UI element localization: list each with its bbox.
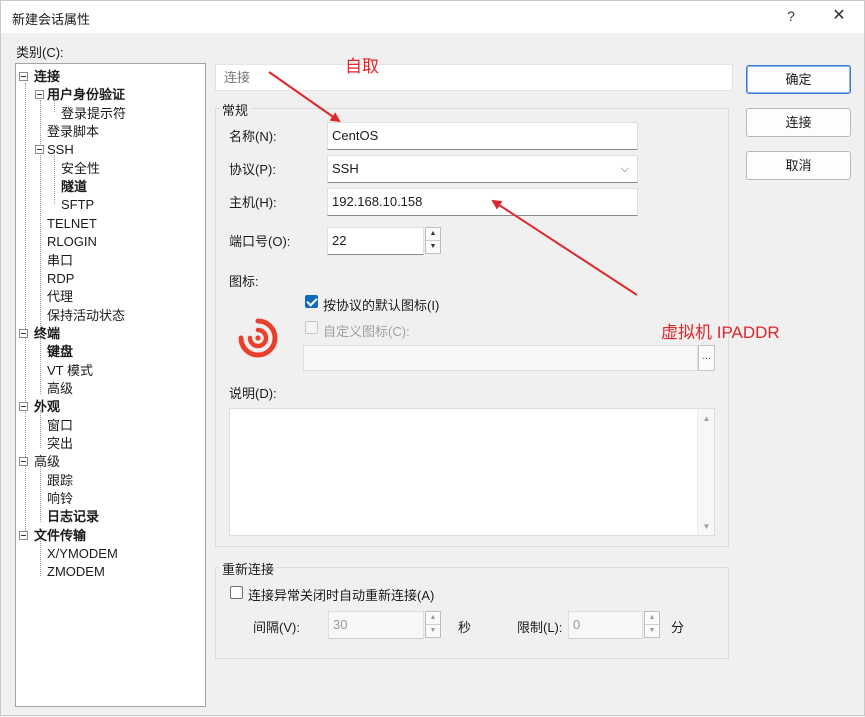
protocol-value: SSH (332, 161, 359, 176)
tree-item[interactable]: 终端 (34, 325, 60, 343)
tree-item[interactable]: RDP (47, 270, 74, 288)
custom-icon-checkbox[interactable] (305, 321, 318, 334)
interval-label: 间隔(V): (253, 620, 300, 635)
tree-item[interactable]: SSH (47, 141, 74, 159)
interval-unit: 秒 (458, 620, 472, 635)
tree-item[interactable]: 日志记录 (47, 508, 99, 526)
port-label: 端口号(O): (229, 234, 291, 249)
tree-line (54, 155, 55, 204)
tree-item[interactable]: X/YMODEM (47, 545, 118, 563)
scroll-up-icon[interactable]: ▲ (698, 414, 715, 423)
tree-item[interactable]: 安全性 (61, 160, 100, 178)
session-properties-dialog: 新建会话属性 ? ✕ 类别(C): 连接 用户身份验证 登录提示符 登录脚本 SSH 安全… (0, 0, 865, 716)
tree-item[interactable]: 登录脚本 (47, 123, 99, 141)
port-spinner[interactable]: ▲ ▼ (425, 227, 441, 254)
tree-collapse-icon[interactable] (19, 402, 28, 412)
close-button[interactable]: ✕ (825, 3, 853, 29)
connect-button[interactable]: 连接 (746, 108, 851, 137)
tree-item[interactable]: SFTP (61, 196, 94, 214)
protocol-label: 协议(P): (229, 162, 276, 177)
tree-line (40, 100, 41, 338)
title-bar: 新建会话属性 ? ✕ (1, 1, 864, 33)
category-tree[interactable]: 连接 用户身份验证 登录提示符 登录脚本 SSH 安全性 隧道 SFTP TELNET RLOGI… (15, 63, 206, 707)
custom-icon-label: 自定义图标(C): (323, 324, 410, 339)
port-input[interactable]: 22 (327, 227, 424, 255)
browse-button[interactable]: ... (698, 345, 715, 371)
tree-item[interactable]: ZMODEM (47, 563, 105, 581)
tree-item[interactable]: 文件传输 (34, 527, 86, 545)
limit-spinner[interactable]: ▲ ▼ (644, 611, 660, 638)
tree-item[interactable]: TELNET (47, 215, 97, 233)
tree-item[interactable]: RLOGIN (47, 233, 97, 251)
panel-header: 连接 (215, 64, 733, 91)
tree-item[interactable]: 高级 (47, 380, 73, 398)
auto-reconnect-label: 连接异常关闭时自动重新连接(A) (248, 588, 435, 603)
reconnect-group-label: 重新连接 (219, 559, 278, 578)
tree-collapse-icon[interactable] (19, 457, 28, 467)
host-label: 主机(H): (229, 195, 277, 210)
spin-down-icon[interactable]: ▼ (645, 625, 659, 638)
tree-item[interactable]: 串口 (47, 252, 73, 270)
tree-item[interactable]: 高级 (34, 453, 60, 471)
annotation-self-pick: 自取 (345, 57, 379, 76)
tree-collapse-icon[interactable] (35, 90, 44, 100)
tree-item[interactable]: 隧道 (61, 178, 87, 196)
tree-collapse-icon[interactable] (35, 145, 44, 155)
window-title: 新建会话属性 (12, 12, 91, 27)
description-textarea[interactable]: ▲ ▼ (229, 408, 715, 536)
category-label: 类别(C): (16, 45, 64, 60)
protocol-select[interactable]: SSH ⌵ (327, 155, 638, 183)
tree-line (40, 466, 41, 522)
tree-item[interactable]: 突出 (47, 435, 73, 453)
tree-item[interactable]: 用户身份验证 (47, 86, 125, 104)
tree-item[interactable]: 代理 (47, 288, 73, 306)
tree-item[interactable]: 外观 (34, 398, 60, 416)
annotation-vm-ip: 虚拟机 IPADDR (661, 323, 780, 342)
default-icon-label: 按协议的默认图标(I) (323, 298, 440, 313)
description-label: 说明(D): (229, 386, 277, 401)
tree-item[interactable]: 响铃 (47, 490, 73, 508)
help-button[interactable]: ? (777, 3, 805, 29)
spin-up-icon[interactable]: ▲ (645, 612, 659, 625)
spin-up-icon[interactable]: ▲ (426, 228, 440, 241)
description-scrollbar[interactable]: ▲ ▼ (697, 409, 714, 535)
limit-input[interactable]: 0 (568, 611, 643, 639)
tree-item[interactable]: 跟踪 (47, 472, 73, 490)
limit-label: 限制(L): (517, 620, 563, 635)
tree-line (40, 338, 41, 394)
tree-item[interactable]: 登录提示符 (61, 105, 126, 123)
custom-icon-path-input[interactable] (303, 345, 698, 371)
limit-unit: 分 (671, 620, 685, 635)
name-input[interactable]: CentOS (327, 122, 638, 150)
spin-down-icon[interactable]: ▼ (426, 625, 440, 638)
tree-collapse-icon[interactable] (19, 328, 28, 338)
interval-input[interactable]: 30 (328, 611, 424, 639)
tree-item[interactable]: 窗口 (47, 417, 73, 435)
tree-item[interactable]: VT 模式 (47, 362, 93, 380)
general-group-label: 常规 (219, 100, 252, 119)
name-label: 名称(N): (229, 129, 277, 144)
ok-button[interactable]: 确定 (746, 65, 851, 94)
cancel-button[interactable]: 取消 (746, 151, 851, 180)
xshell-app-icon (237, 316, 279, 358)
tree-collapse-icon[interactable] (19, 530, 28, 540)
chevron-down-icon: ⌵ (620, 163, 629, 175)
spin-up-icon[interactable]: ▲ (426, 612, 440, 625)
tree-line (25, 83, 26, 539)
tree-collapse-icon[interactable] (19, 72, 28, 81)
default-icon-checkbox[interactable] (305, 295, 318, 308)
tree-item[interactable]: 保持活动状态 (47, 307, 125, 325)
icon-label: 图标: (229, 274, 259, 289)
scroll-down-icon[interactable]: ▼ (698, 522, 715, 531)
host-input[interactable]: 192.168.10.158 (327, 188, 638, 216)
spin-down-icon[interactable]: ▼ (426, 241, 440, 254)
auto-reconnect-checkbox[interactable] (230, 586, 243, 599)
tree-item[interactable]: 连接 (34, 68, 60, 86)
tree-item[interactable]: 键盘 (47, 343, 73, 361)
interval-spinner[interactable]: ▲ ▼ (425, 611, 441, 638)
